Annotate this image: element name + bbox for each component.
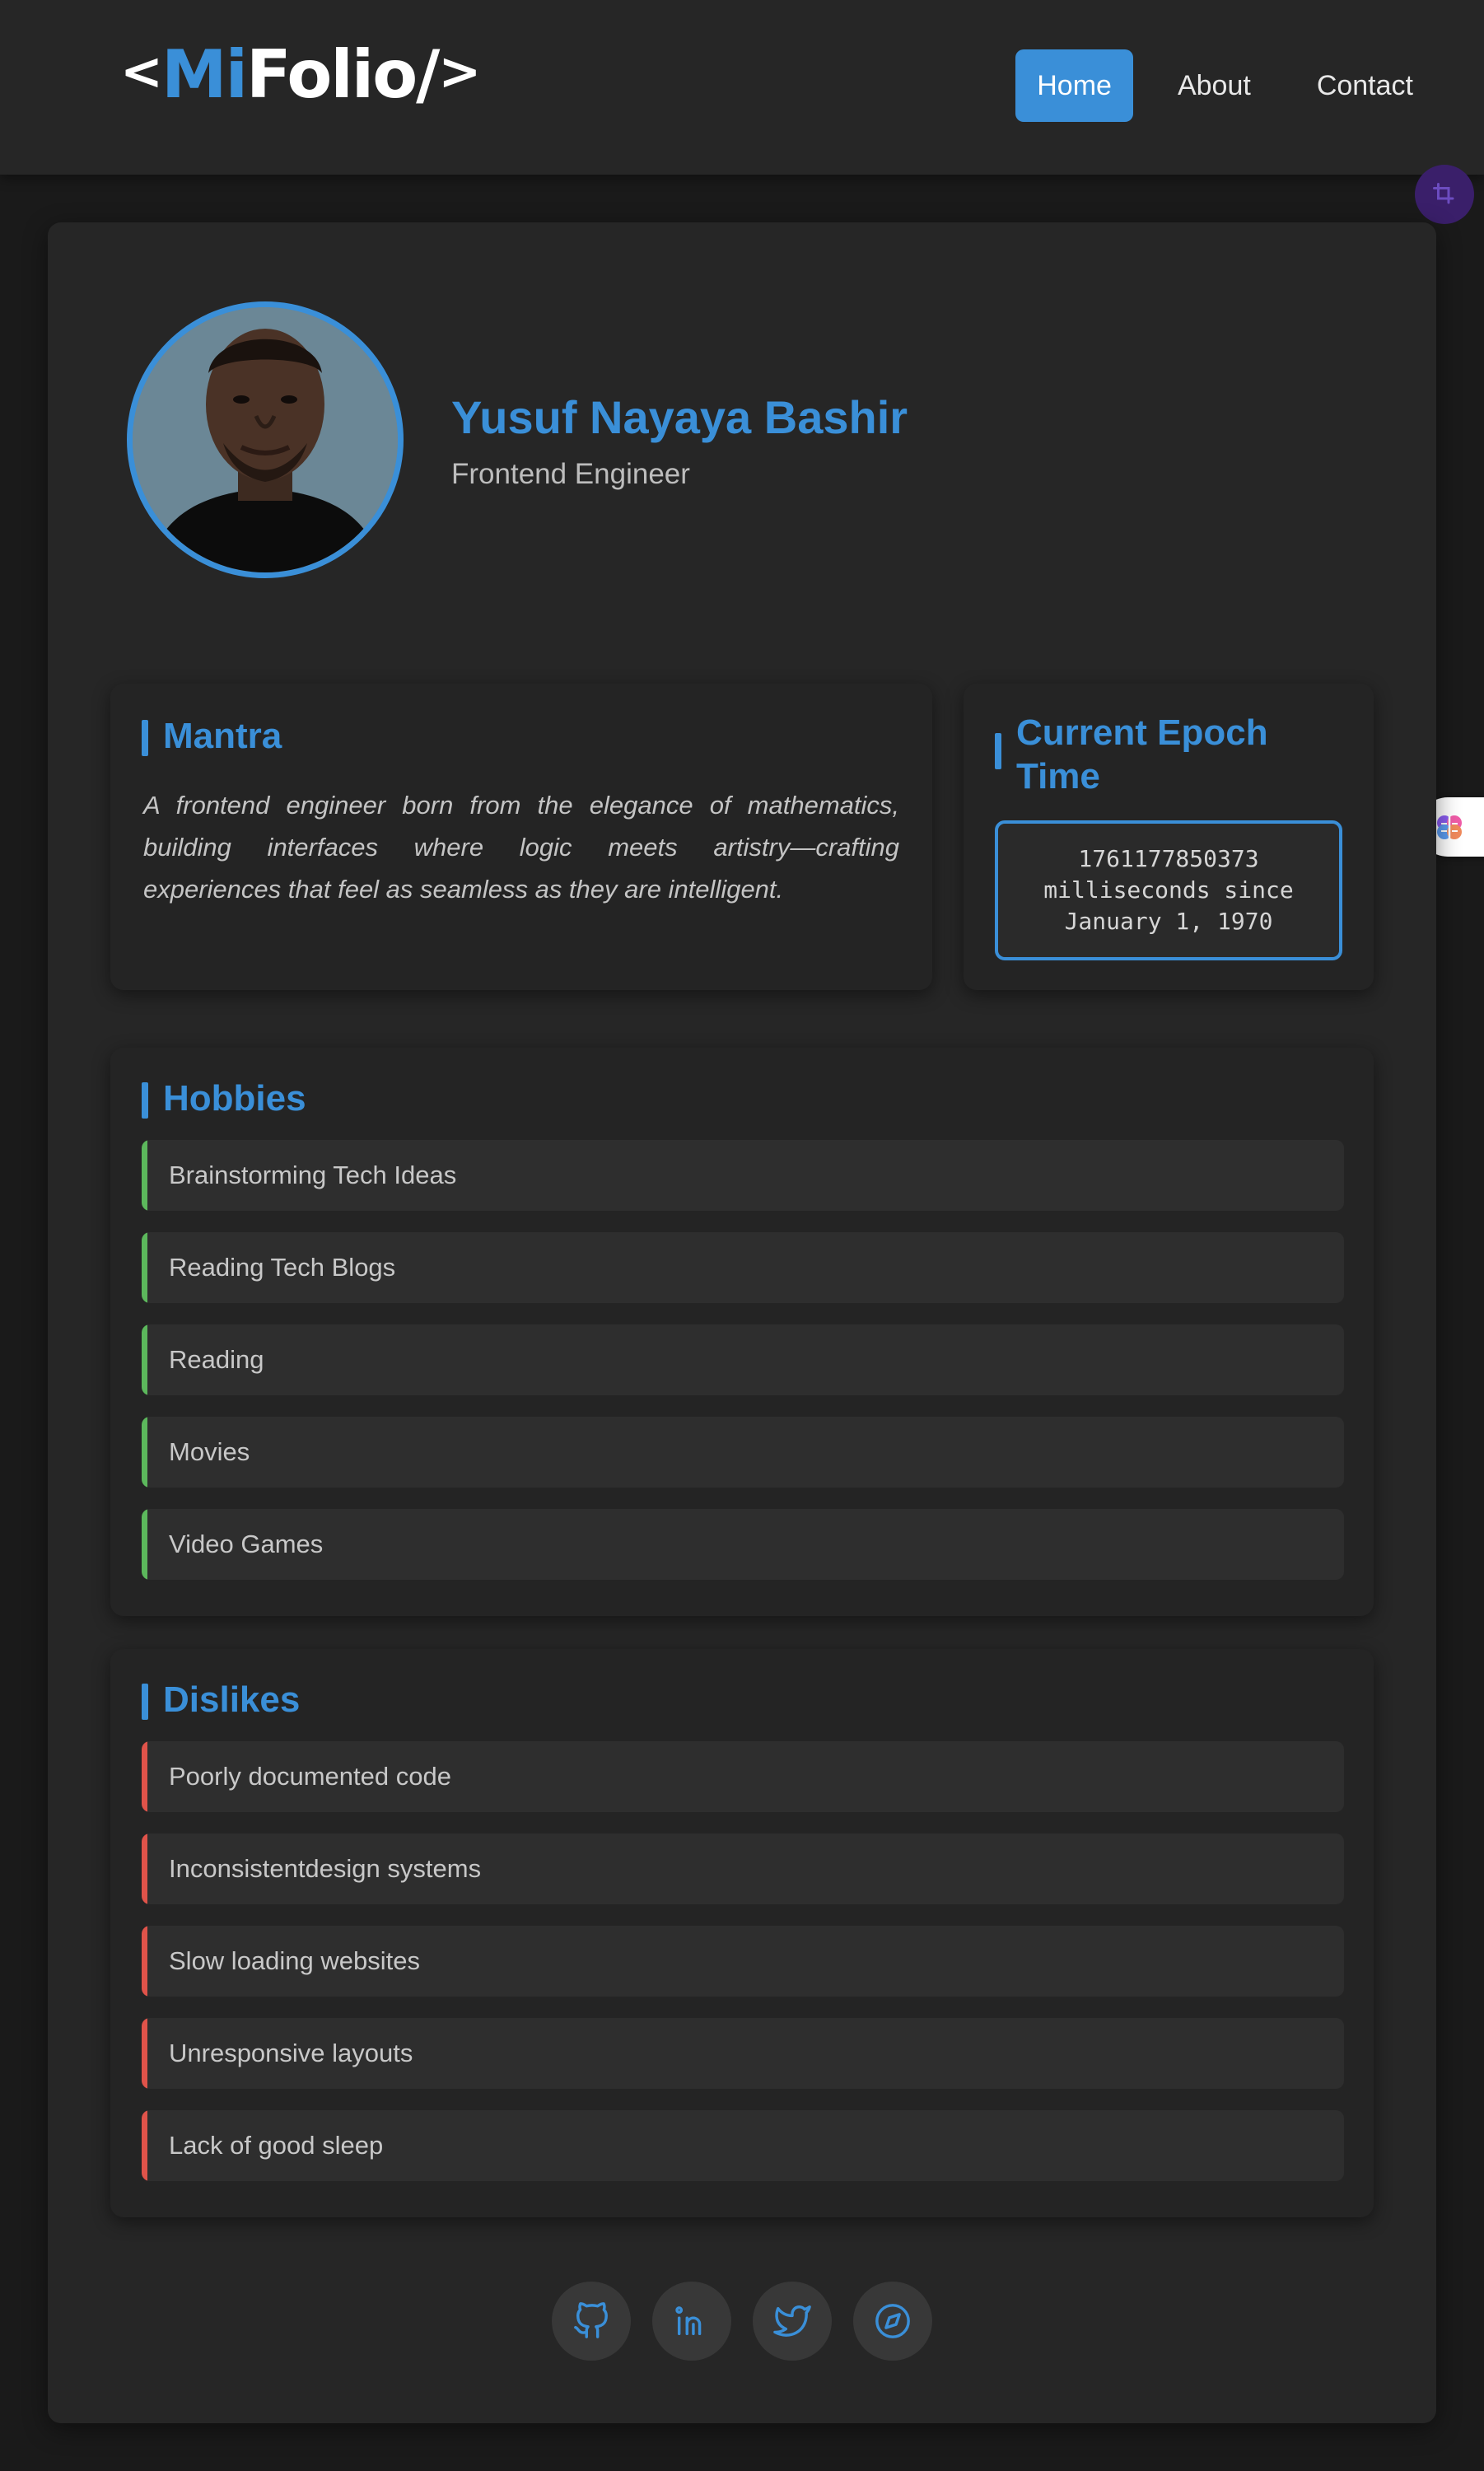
main-nav: Home About Contact <box>1015 49 1435 122</box>
hobbies-list: Brainstorming Tech Ideas Reading Tech Bl… <box>142 1140 1344 1601</box>
hobby-item: Reading Tech Blogs <box>142 1232 1344 1303</box>
dislike-item: Inconsistentdesign systems <box>142 1833 1344 1904</box>
logo-text: Folio/ <box>245 35 440 113</box>
dislike-item: Lack of good sleep <box>142 2110 1344 2181</box>
section-title-bar <box>142 1684 148 1720</box>
section-title-bar <box>142 720 148 756</box>
dislike-item: Unresponsive layouts <box>142 2018 1344 2089</box>
crop-icon <box>1433 183 1454 204</box>
logo-open-bracket: < <box>120 40 163 101</box>
epoch-caption: milliseconds since January 1, 1970 <box>1043 876 1294 935</box>
dislikes-list: Poorly documented code Inconsistentdesig… <box>142 1741 1344 2202</box>
linkedin-icon <box>675 2306 702 2336</box>
epoch-display: 1761177850373 milliseconds since January… <box>995 820 1342 960</box>
top-navbar: < Mi Folio/ > Home About Contact <box>0 0 1484 175</box>
compass-icon <box>875 2304 910 2338</box>
nav-about-link[interactable]: About <box>1156 49 1272 122</box>
mantra-title-text: Mantra <box>163 716 282 756</box>
hobbies-title-text: Hobbies <box>163 1078 306 1119</box>
social-links <box>552 2282 932 2361</box>
epoch-section: Current Epoch Time 1761177850373 millise… <box>964 684 1374 990</box>
mantra-section: Mantra A frontend engineer born from the… <box>110 684 932 990</box>
logo-accent-text: Mi <box>161 35 248 113</box>
hobby-item: Movies <box>142 1417 1344 1488</box>
person-portrait-icon <box>133 307 398 572</box>
section-title-bar <box>142 1082 148 1119</box>
epoch-value: 1761177850373 <box>1078 845 1259 872</box>
hobbies-section: Hobbies Brainstorming Tech Ideas Reading… <box>110 1048 1374 1616</box>
site-logo[interactable]: < Mi Folio/ > <box>120 33 481 115</box>
profile-role: Frontend Engineer <box>451 458 690 490</box>
profile-avatar <box>127 301 404 578</box>
epoch-title-text: Current Epoch Time <box>1016 712 1268 796</box>
hobby-item: Brainstorming Tech Ideas <box>142 1140 1344 1211</box>
twitter-icon <box>773 2305 811 2337</box>
linkedin-link[interactable] <box>652 2282 731 2361</box>
github-link[interactable] <box>552 2282 631 2361</box>
dislike-item: Slow loading websites <box>142 1926 1344 1997</box>
crop-extension-button[interactable] <box>1415 165 1474 224</box>
section-title-bar <box>995 733 1001 769</box>
github-icon <box>574 2302 608 2338</box>
twitter-link[interactable] <box>753 2282 832 2361</box>
mantra-title: Mantra <box>142 715 282 759</box>
nav-home-link[interactable]: Home <box>1015 49 1133 122</box>
nav-contact-link[interactable]: Contact <box>1295 49 1435 122</box>
hobby-item: Video Games <box>142 1509 1344 1580</box>
profile-name: Yusuf Nayaya Bashir <box>451 391 908 443</box>
logo-close-bracket: > <box>438 40 481 101</box>
dislikes-title: Dislikes <box>142 1679 300 1722</box>
dislike-item: Poorly documented code <box>142 1741 1344 1812</box>
dislikes-title-text: Dislikes <box>163 1679 301 1720</box>
mantra-text: A frontend engineer born from the elegan… <box>143 791 899 904</box>
hobby-item: Reading <box>142 1324 1344 1395</box>
epoch-title: Current Epoch Time <box>995 712 1341 799</box>
dislikes-section: Dislikes Poorly documented code Inconsis… <box>110 1649 1374 2217</box>
brain-icon <box>1437 815 1462 839</box>
website-link[interactable] <box>853 2282 932 2361</box>
hobbies-title: Hobbies <box>142 1077 306 1121</box>
